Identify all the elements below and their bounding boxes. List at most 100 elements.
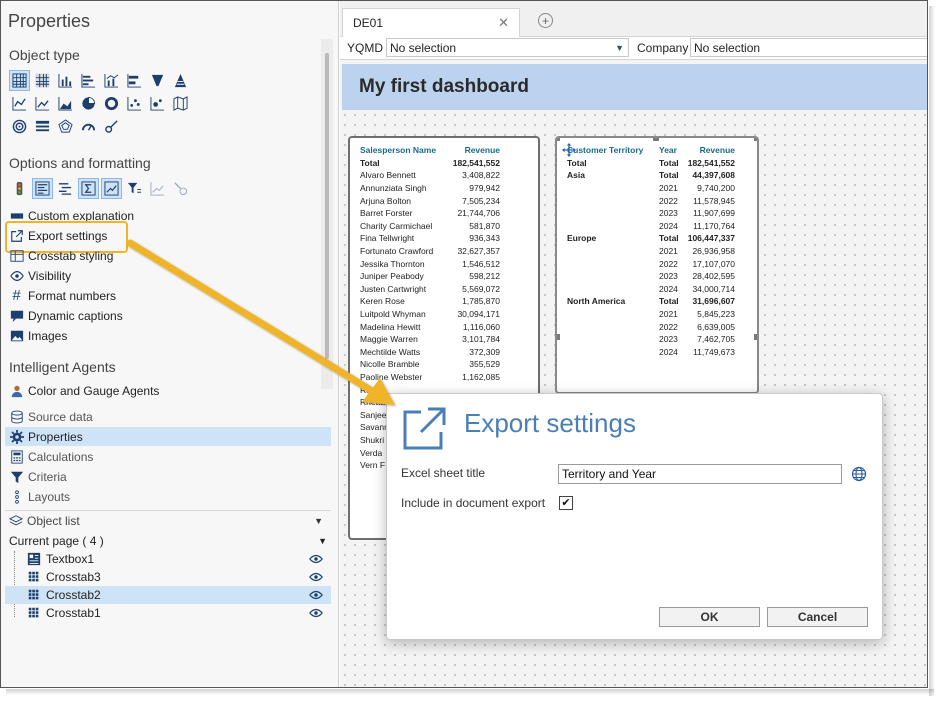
resize-handle[interactable] bbox=[754, 138, 757, 141]
nav-properties-label: Properties bbox=[28, 429, 83, 444]
ok-button[interactable]: OK bbox=[659, 607, 760, 627]
add-tab-icon[interactable]: + bbox=[538, 13, 553, 28]
globe-icon[interactable] bbox=[851, 466, 867, 482]
dynamic-captions-label: Dynamic captions bbox=[28, 308, 123, 323]
object-row-textbox1[interactable]: Textbox1 bbox=[5, 550, 331, 568]
funnel-chart-icon[interactable] bbox=[147, 70, 168, 91]
nav-criteria[interactable]: Criteria bbox=[9, 467, 67, 486]
images-item[interactable]: Images bbox=[9, 326, 67, 345]
object-type-heading: Object type bbox=[9, 47, 80, 63]
eye-icon[interactable] bbox=[309, 590, 323, 600]
format-numbers-item[interactable]: # Format numbers bbox=[9, 286, 116, 305]
table-cell: 21,744,706 bbox=[457, 208, 500, 219]
eye-icon[interactable] bbox=[309, 572, 323, 582]
table-row: 2022 6,639,005 bbox=[565, 320, 737, 333]
resize-handle[interactable] bbox=[557, 138, 560, 141]
table-row: 2024 34,000,714 bbox=[565, 283, 737, 296]
scatter-chart-icon[interactable] bbox=[124, 93, 145, 114]
nav-source-data[interactable]: Source data bbox=[9, 407, 93, 426]
eye-icon[interactable] bbox=[309, 608, 323, 618]
current-page-select[interactable]: Current page ( 4 ) ▼ bbox=[9, 532, 331, 550]
options-toolbar bbox=[9, 178, 191, 199]
sum-icon[interactable] bbox=[78, 178, 99, 199]
object-type-row-2 bbox=[9, 93, 191, 114]
table-icon[interactable] bbox=[32, 70, 53, 91]
filter-bar: YQMD No selection ▼ Company No selection bbox=[340, 37, 927, 60]
nav-properties[interactable]: Properties bbox=[5, 427, 331, 446]
column-header: Year bbox=[659, 145, 677, 156]
table-cell bbox=[565, 283, 657, 296]
pyramid-chart-icon[interactable] bbox=[170, 70, 191, 91]
object-row-crosstab2[interactable]: Crosstab2 bbox=[5, 586, 331, 604]
area-line-icon[interactable] bbox=[32, 93, 53, 114]
table-cell: 1,162,085 bbox=[462, 371, 500, 382]
pie-chart-icon[interactable] bbox=[78, 93, 99, 114]
dynamic-captions-item[interactable]: Dynamic captions bbox=[9, 306, 123, 325]
align-left-icon[interactable] bbox=[32, 178, 53, 199]
line-chart-icon[interactable] bbox=[9, 93, 30, 114]
gauge-icon[interactable] bbox=[78, 116, 99, 137]
table-cell: 2021 bbox=[659, 183, 678, 194]
resize-handle[interactable] bbox=[653, 138, 659, 141]
cancel-button[interactable]: Cancel bbox=[767, 607, 868, 627]
list-icon[interactable] bbox=[32, 116, 53, 137]
custom-chart-icon[interactable] bbox=[101, 116, 122, 137]
area-chart-icon[interactable] bbox=[55, 93, 76, 114]
cleanup-icon[interactable] bbox=[170, 178, 191, 199]
panel-scrollbar[interactable] bbox=[321, 39, 333, 389]
nav-layouts[interactable]: Layouts bbox=[9, 487, 70, 506]
stacked-bar-icon[interactable] bbox=[124, 70, 145, 91]
table-cell: 31,696,607 bbox=[692, 296, 735, 307]
combo-chart-icon[interactable] bbox=[101, 70, 122, 91]
excel-sheet-title-input[interactable] bbox=[558, 464, 842, 484]
frame-shadow bbox=[929, 6, 935, 696]
tab-de01[interactable]: DE01 ✕ bbox=[342, 8, 520, 37]
filter-label-yqmd: YQMD bbox=[347, 41, 383, 55]
crosstab-icon bbox=[28, 589, 39, 600]
nav-calculations[interactable]: Calculations bbox=[9, 447, 93, 466]
crosstab2[interactable]: Customer Territory Year Revenue Total Tot… bbox=[555, 136, 759, 394]
color-gauge-agents-item[interactable]: Color and Gauge Agents bbox=[9, 381, 159, 400]
table-cell: 2023 bbox=[659, 208, 678, 219]
chevron-down-icon[interactable]: ▼ bbox=[615, 43, 624, 53]
object-row-crosstab1[interactable]: Crosstab1 bbox=[5, 604, 331, 622]
visibility-item[interactable]: Visibility bbox=[9, 266, 71, 285]
crosstab-styling-item[interactable]: Crosstab styling bbox=[9, 246, 113, 265]
bar-chart-icon[interactable] bbox=[78, 70, 99, 91]
resize-handle[interactable] bbox=[557, 334, 560, 340]
target-icon[interactable] bbox=[9, 116, 30, 137]
filter-select-company[interactable]: No selection bbox=[690, 38, 927, 57]
table-cell: 7,462,705 bbox=[697, 334, 735, 345]
table-cell: Total bbox=[659, 296, 679, 307]
bubble-chart-icon[interactable] bbox=[147, 93, 168, 114]
current-page-dropdown-icon[interactable]: ▼ bbox=[318, 536, 327, 546]
filter-select-yqmd[interactable]: No selection ▼ bbox=[386, 38, 629, 57]
dashboard-title[interactable]: My first dashboard bbox=[342, 64, 927, 110]
export-icon bbox=[403, 407, 446, 450]
indent-icon[interactable] bbox=[55, 178, 76, 199]
map-icon[interactable] bbox=[170, 93, 191, 114]
resize-handle[interactable] bbox=[754, 334, 757, 340]
chart-options-icon[interactable] bbox=[147, 178, 168, 199]
object-list-header[interactable]: Object list ▼ bbox=[5, 510, 331, 530]
export-settings-dialog: Export settings Excel sheet title Includ… bbox=[386, 393, 883, 640]
move-icon[interactable] bbox=[562, 143, 576, 157]
object-list-dropdown-icon[interactable]: ▼ bbox=[314, 516, 323, 526]
radar-chart-icon[interactable] bbox=[55, 116, 76, 137]
table-cell: Total bbox=[567, 157, 587, 168]
eye-icon[interactable] bbox=[309, 554, 323, 564]
trend-line-icon[interactable] bbox=[101, 178, 122, 199]
properties-panel: Properties Object type Options and forma… bbox=[1, 1, 339, 687]
column-chart-icon[interactable] bbox=[55, 70, 76, 91]
table-cell: 3,408,822 bbox=[462, 170, 500, 181]
donut-chart-icon[interactable] bbox=[101, 93, 122, 114]
object-row-crosstab3[interactable]: Crosstab3 bbox=[5, 568, 331, 586]
table-row: Total 182,541,552 bbox=[358, 157, 502, 170]
table-cell: Europe bbox=[567, 233, 597, 244]
panel-scrollbar-thumb[interactable] bbox=[325, 53, 329, 359]
filter-options-icon[interactable] bbox=[124, 178, 145, 199]
close-icon[interactable]: ✕ bbox=[498, 15, 509, 31]
traffic-light-icon[interactable] bbox=[9, 178, 30, 199]
crosstab-icon[interactable] bbox=[9, 70, 30, 91]
include-in-export-checkbox[interactable]: ✔ bbox=[559, 496, 573, 510]
